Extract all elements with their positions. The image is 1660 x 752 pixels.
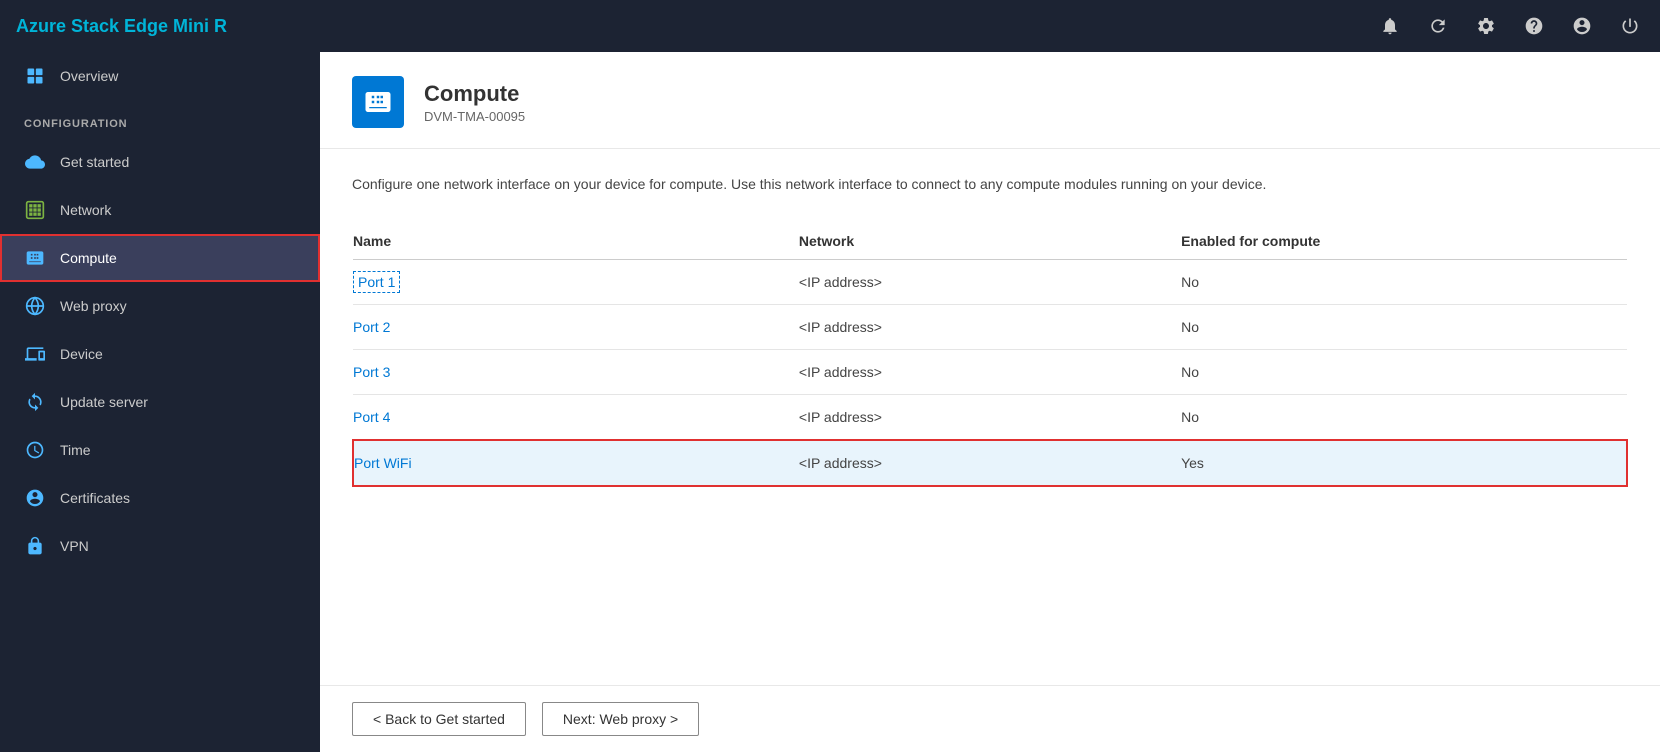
content-area: Compute DVM-TMA-00095 Configure one netw… <box>320 52 1660 752</box>
table-row[interactable]: Port WiFi <IP address>Yes <box>353 440 1627 486</box>
sidebar-item-network-label: Network <box>60 202 111 218</box>
col-header-network: Network <box>799 223 1181 260</box>
sidebar-item-vpn[interactable]: VPN <box>0 522 320 570</box>
port-enabled-cell: No <box>1181 260 1627 305</box>
sidebar: Overview CONFIGURATION Get started Netwo… <box>0 52 320 752</box>
port-network-cell: <IP address> <box>799 440 1181 486</box>
sidebar-item-device[interactable]: Device <box>0 330 320 378</box>
port-network-cell: <IP address> <box>799 350 1181 395</box>
help-icon[interactable] <box>1520 12 1548 40</box>
page-title: Compute <box>424 81 525 107</box>
get-started-icon <box>24 151 46 173</box>
topbar: Azure Stack Edge Mini R <box>0 0 1660 52</box>
vpn-icon <box>24 535 46 557</box>
port-link[interactable]: Port 4 <box>353 409 390 425</box>
compute-icon <box>24 247 46 269</box>
port-enabled-cell: No <box>1181 395 1627 441</box>
sidebar-item-get-started[interactable]: Get started <box>0 138 320 186</box>
port-enabled-cell: Yes <box>1181 440 1627 486</box>
table-row[interactable]: Port 3 <IP address>No <box>353 350 1627 395</box>
settings-icon[interactable] <box>1472 12 1500 40</box>
overview-icon <box>24 65 46 87</box>
port-link[interactable]: Port 1 <box>353 271 400 293</box>
port-enabled-cell: No <box>1181 350 1627 395</box>
web-proxy-icon <box>24 295 46 317</box>
port-name-cell: Port 2 <box>353 305 799 350</box>
next-button[interactable]: Next: Web proxy > <box>542 702 699 736</box>
sidebar-item-network[interactable]: Network <box>0 186 320 234</box>
compute-header-icon <box>352 76 404 128</box>
sidebar-item-time-label: Time <box>60 442 91 458</box>
compute-table: Name Network Enabled for compute Port 1 <… <box>352 223 1628 487</box>
port-name-cell: Port 1 <box>353 260 799 305</box>
sidebar-item-get-started-label: Get started <box>60 154 129 170</box>
table-row[interactable]: Port 4 <IP address>No <box>353 395 1627 441</box>
device-icon <box>24 343 46 365</box>
col-header-name: Name <box>353 223 799 260</box>
table-row[interactable]: Port 1 <IP address>No <box>353 260 1627 305</box>
port-network-cell: <IP address> <box>799 305 1181 350</box>
sidebar-item-device-label: Device <box>60 346 103 362</box>
sidebar-item-overview-label: Overview <box>60 68 118 84</box>
time-icon <box>24 439 46 461</box>
sidebar-item-update-server[interactable]: Update server <box>0 378 320 426</box>
port-name-cell: Port WiFi <box>353 440 799 486</box>
app-title: Azure Stack Edge Mini R <box>16 16 1376 37</box>
sidebar-item-vpn-label: VPN <box>60 538 89 554</box>
topbar-actions <box>1376 12 1644 40</box>
page-description: Configure one network interface on your … <box>352 173 1452 195</box>
col-header-enabled: Enabled for compute <box>1181 223 1627 260</box>
network-icon <box>24 199 46 221</box>
port-enabled-cell: No <box>1181 305 1627 350</box>
port-link[interactable]: Port WiFi <box>354 455 412 471</box>
content-header: Compute DVM-TMA-00095 <box>320 52 1660 149</box>
sidebar-item-time[interactable]: Time <box>0 426 320 474</box>
content-footer: < Back to Get started Next: Web proxy > <box>320 685 1660 752</box>
port-name-cell: Port 4 <box>353 395 799 441</box>
sidebar-item-certificates-label: Certificates <box>60 490 130 506</box>
port-link[interactable]: Port 3 <box>353 364 390 380</box>
port-link[interactable]: Port 2 <box>353 319 390 335</box>
back-button[interactable]: < Back to Get started <box>352 702 526 736</box>
bell-icon[interactable] <box>1376 12 1404 40</box>
sidebar-item-web-proxy-label: Web proxy <box>60 298 127 314</box>
port-name-cell: Port 3 <box>353 350 799 395</box>
power-icon[interactable] <box>1616 12 1644 40</box>
content-header-text: Compute DVM-TMA-00095 <box>424 81 525 124</box>
sidebar-item-update-server-label: Update server <box>60 394 148 410</box>
account-icon[interactable] <box>1568 12 1596 40</box>
refresh-icon[interactable] <box>1424 12 1452 40</box>
port-network-cell: <IP address> <box>799 260 1181 305</box>
sidebar-item-overview[interactable]: Overview <box>0 52 320 100</box>
table-row[interactable]: Port 2 <IP address>No <box>353 305 1627 350</box>
sidebar-item-compute[interactable]: Compute <box>0 234 320 282</box>
sidebar-item-web-proxy[interactable]: Web proxy <box>0 282 320 330</box>
sidebar-section-configuration: CONFIGURATION <box>0 100 320 138</box>
main-layout: Overview CONFIGURATION Get started Netwo… <box>0 52 1660 752</box>
port-network-cell: <IP address> <box>799 395 1181 441</box>
sidebar-item-certificates[interactable]: Certificates <box>0 474 320 522</box>
update-server-icon <box>24 391 46 413</box>
sidebar-item-compute-label: Compute <box>60 250 117 266</box>
content-body: Configure one network interface on your … <box>320 149 1660 685</box>
certificates-icon <box>24 487 46 509</box>
page-subtitle: DVM-TMA-00095 <box>424 109 525 124</box>
